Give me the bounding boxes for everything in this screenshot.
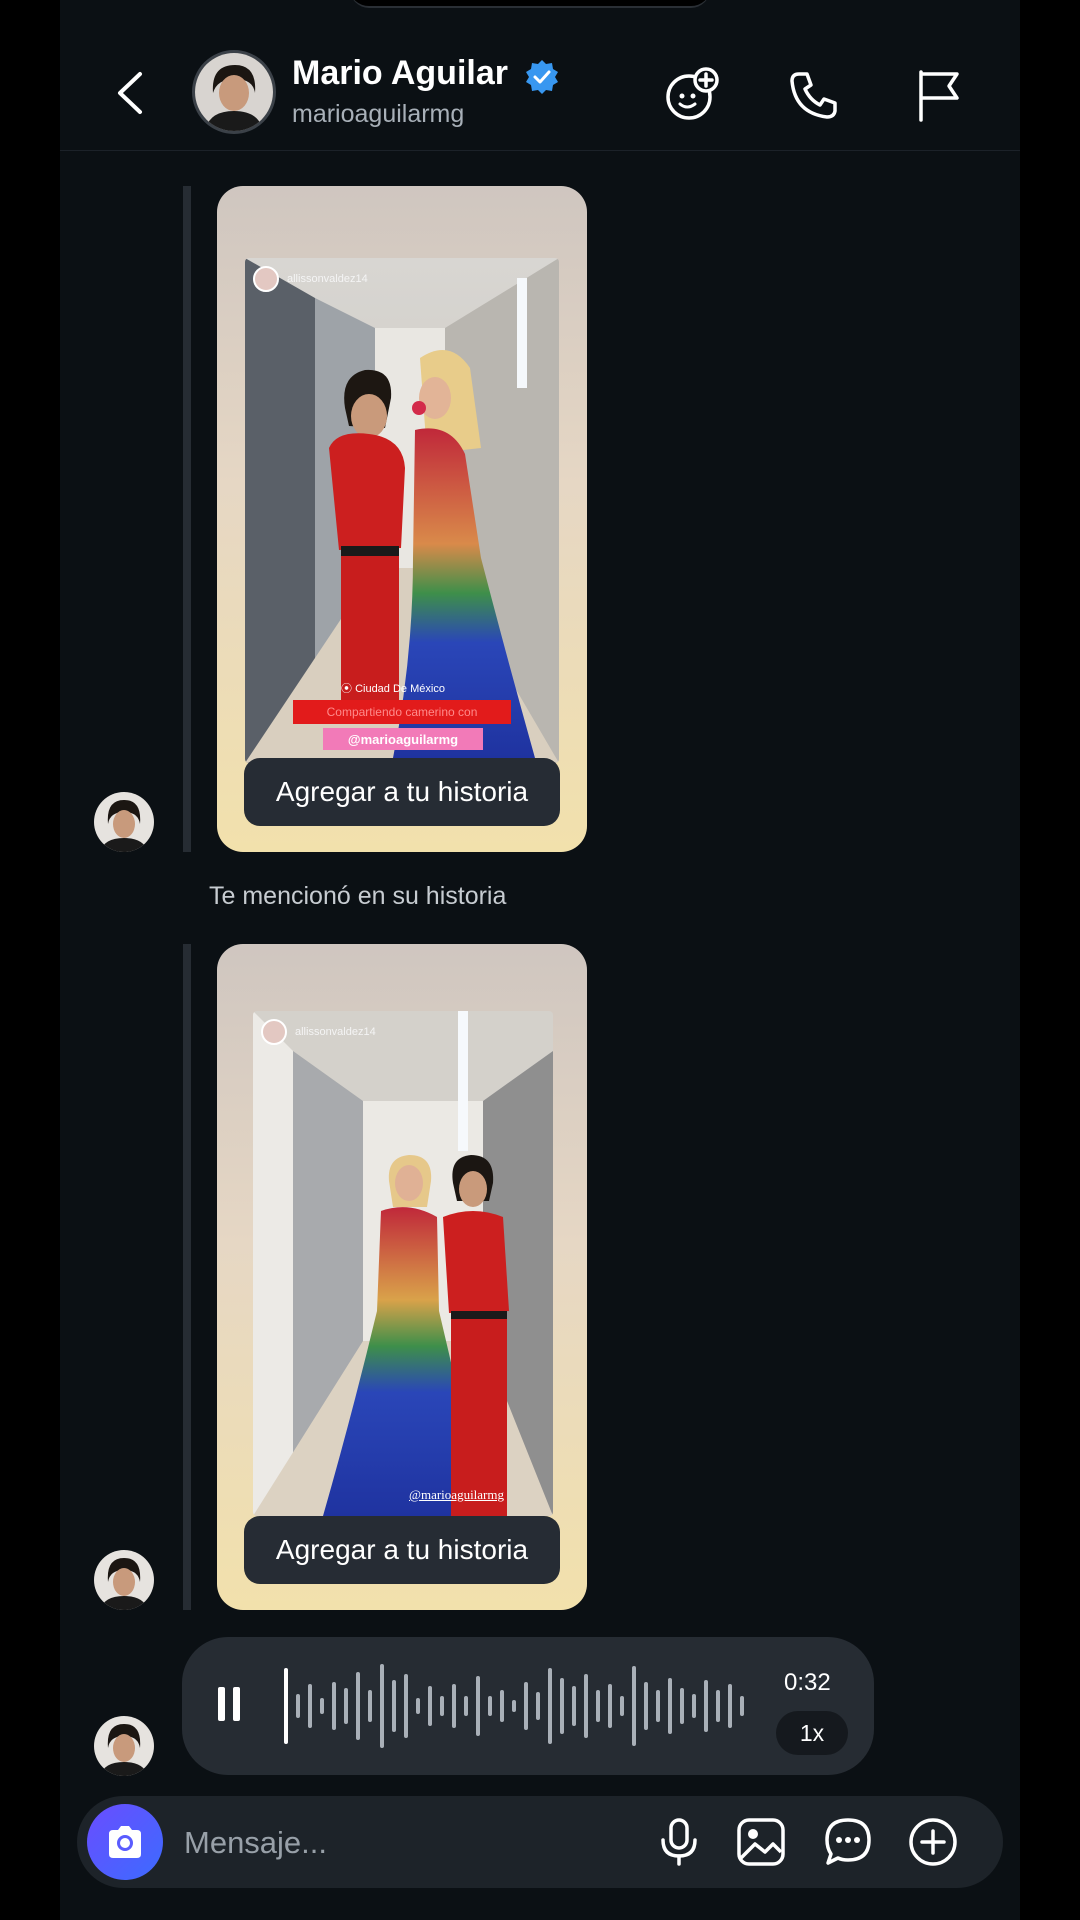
plus-icon[interactable] — [907, 1816, 959, 1868]
story-caption: Compartiendo camerino con — [293, 700, 511, 724]
story-user-avatar — [253, 266, 279, 292]
phone-icon[interactable] — [785, 66, 843, 124]
story-user-avatar — [261, 1019, 287, 1045]
location-pin-icon: ⦿ — [341, 683, 356, 695]
voice-duration: 0:32 — [784, 1669, 831, 1696]
story-photo[interactable]: allissonvaldez14 @marioaguilarmg — [253, 1011, 553, 1516]
microphone-icon[interactable] — [653, 1816, 705, 1868]
verified-badge-icon — [526, 60, 558, 94]
message-composer — [77, 1796, 1003, 1888]
message-input[interactable] — [182, 1816, 586, 1870]
image-icon[interactable] — [735, 1816, 787, 1868]
sender-avatar[interactable] — [94, 1550, 154, 1610]
contact-avatar[interactable] — [192, 50, 276, 134]
reply-thread-bar — [183, 944, 191, 1610]
add-to-story-button[interactable]: Agregar a tu historia — [244, 758, 560, 826]
contact-name[interactable]: Mario Aguilar — [292, 54, 508, 93]
sender-avatar[interactable] — [94, 1716, 154, 1776]
sticker-icon[interactable] — [822, 1816, 874, 1868]
story-reply-card[interactable]: allissonvaldez14 @marioaguilarmg Agregar… — [217, 944, 587, 1610]
story-mention: @marioaguilarmg — [323, 728, 483, 750]
story-user: allissonvaldez14 — [261, 1019, 376, 1045]
story-mention-note: Te mencionó en su historia — [209, 882, 507, 910]
effects-icon[interactable] — [662, 66, 720, 124]
story-username: allissonvaldez14 — [287, 273, 368, 285]
back-icon[interactable] — [110, 68, 150, 118]
voice-message[interactable]: 0:32 1x — [182, 1637, 874, 1775]
story-mention: @marioaguilarmg — [409, 1487, 504, 1502]
flag-icon[interactable] — [909, 66, 967, 124]
story-username: allissonvaldez14 — [295, 1026, 376, 1038]
playback-speed-button[interactable]: 1x — [776, 1711, 848, 1755]
chat-header: Mario Aguilar marioaguilarmg — [60, 0, 1020, 151]
story-photo[interactable]: allissonvaldez14 ⦿ Ciudad De México Comp… — [245, 258, 559, 763]
reply-thread-bar — [183, 186, 191, 852]
sender-avatar[interactable] — [94, 792, 154, 852]
story-reply-card[interactable]: allissonvaldez14 ⦿ Ciudad De México Comp… — [217, 186, 587, 852]
chat-screen: Mario Aguilar marioaguilarmg allissonval… — [60, 0, 1020, 1920]
contact-handle: marioaguilarmg — [292, 100, 465, 128]
camera-button[interactable] — [87, 1804, 163, 1880]
add-to-story-button[interactable]: Agregar a tu historia — [244, 1516, 560, 1584]
story-user: allissonvaldez14 — [253, 266, 368, 292]
pause-icon[interactable] — [216, 1685, 242, 1723]
camera-icon — [109, 1826, 141, 1858]
story-location: ⦿ Ciudad De México — [341, 683, 445, 695]
audio-waveform[interactable] — [282, 1662, 754, 1750]
